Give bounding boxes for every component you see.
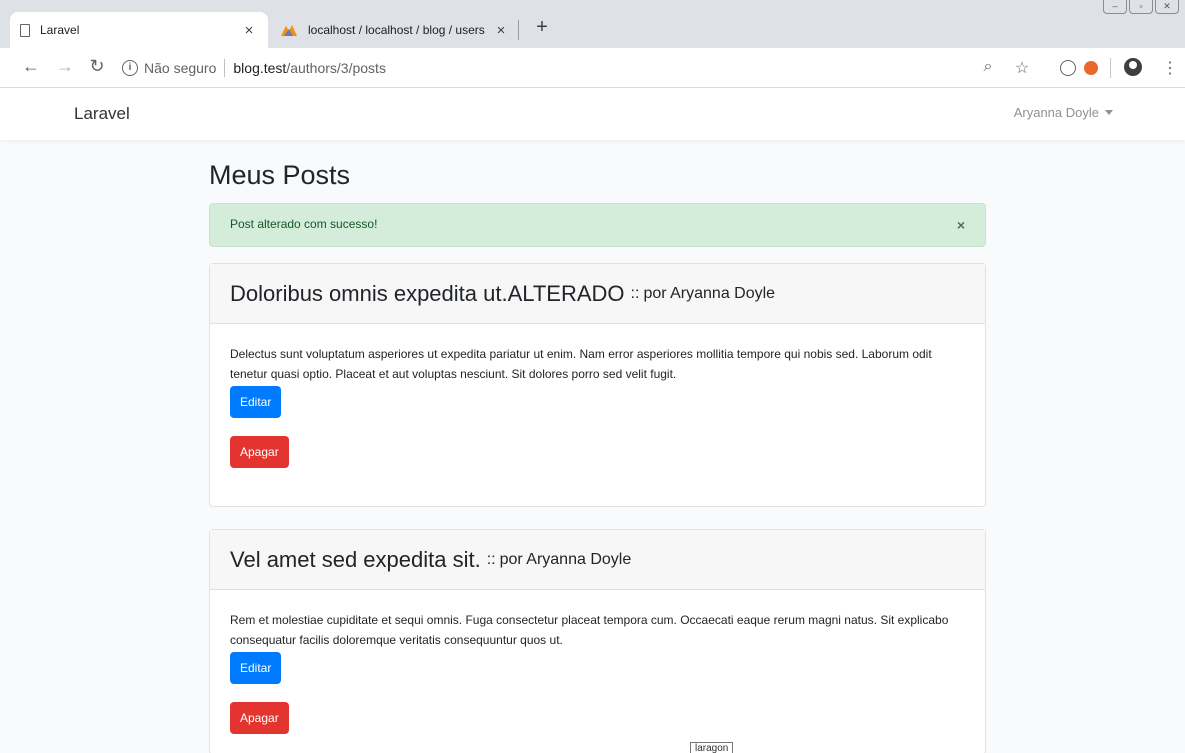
delete-post-button[interactable]: Apagar <box>230 702 289 734</box>
success-alert: Post alterado com sucesso! × <box>209 203 986 247</box>
close-tab-icon[interactable]: × <box>492 22 510 39</box>
reload-icon[interactable]: ↻ <box>86 56 108 77</box>
extension-orange-icon[interactable] <box>1084 61 1098 75</box>
address-divider <box>224 59 226 77</box>
maximize-icon[interactable]: ▫ <box>1129 0 1153 14</box>
security-label: Não seguro <box>144 60 217 76</box>
close-tab-icon[interactable]: × <box>240 22 258 39</box>
post-card-body: Rem et molestiae cupiditate et sequi omn… <box>210 590 985 753</box>
alert-message: Post alterado com sucesso! <box>230 217 378 231</box>
post-card-body: Delectus sunt voluptatum asperiores ut e… <box>210 324 985 506</box>
tooltip: laragon <box>690 742 734 753</box>
post-title: Doloribus omnis expedita ut.ALTERADO <box>230 280 625 306</box>
back-arrow-icon[interactable]: ← <box>20 56 42 77</box>
caret-down-icon <box>1105 110 1113 115</box>
navbar-brand[interactable]: Laravel <box>74 104 130 124</box>
post-separator: :: <box>630 284 640 302</box>
minimize-icon[interactable]: – <box>1103 0 1127 14</box>
app-navbar: Laravel Aryanna Doyle <box>0 88 1185 140</box>
url-path: /authors/3/posts <box>286 60 386 76</box>
post-card: Doloribus omnis expedita ut.ALTERADO :: … <box>209 263 986 507</box>
info-icon[interactable]: i <box>122 60 138 76</box>
post-separator: :: <box>486 550 496 568</box>
new-tab-button[interactable]: + <box>530 16 554 39</box>
post-title: Vel amet sed expedita sit. <box>230 546 481 572</box>
user-dropdown[interactable]: Aryanna Doyle <box>1014 105 1113 120</box>
close-alert-icon[interactable]: × <box>957 217 965 233</box>
browser-tabstrip: Laravel × localhost / localhost / blog /… <box>0 0 1185 48</box>
tab-title: localhost / localhost / blog / users <box>308 23 485 37</box>
page-title: Meus Posts <box>209 160 351 190</box>
tab-divider <box>518 20 519 40</box>
post-card-header: Doloribus omnis expedita ut.ALTERADO :: … <box>210 264 985 324</box>
user-name: Aryanna Doyle <box>1013 105 1099 120</box>
post-body: Rem et molestiae cupiditate et sequi omn… <box>230 613 949 647</box>
profile-icon[interactable] <box>1124 58 1142 76</box>
zoom-icon[interactable]: ⌕ <box>978 58 998 76</box>
document-icon <box>20 23 30 37</box>
edit-post-button[interactable]: Editar <box>230 386 282 418</box>
extension-icon[interactable] <box>1060 60 1076 76</box>
tab-phpmyadmin[interactable]: localhost / localhost / blog / users × <box>270 12 520 48</box>
close-window-icon[interactable]: ✕ <box>1155 0 1179 14</box>
post-card: Vel amet sed expedita sit. :: por Aryann… <box>209 529 986 753</box>
address-bar[interactable]: i Não seguro blog.test/authors/3/posts <box>122 54 974 82</box>
delete-post-button[interactable]: Apagar <box>230 436 289 468</box>
url-host: blog.test <box>233 60 287 76</box>
post-author: por Aryanna Doyle <box>643 284 776 302</box>
tab-title: Laravel <box>40 23 80 37</box>
tab-laravel[interactable]: Laravel × <box>10 12 268 48</box>
main-content: Meus Posts Post alterado com sucesso! × … <box>209 160 986 753</box>
post-body: Delectus sunt voluptatum asperiores ut e… <box>230 347 932 381</box>
post-author: por Aryanna Doyle <box>499 550 632 568</box>
browser-toolbar: ← → ↻ i Não seguro blog.test/authors/3/p… <box>0 48 1185 88</box>
bookmark-star-icon[interactable]: ☆ <box>1012 58 1032 78</box>
menu-dots-icon[interactable]: ⋮ <box>1160 58 1180 78</box>
toolbar-divider <box>1110 58 1111 78</box>
window-controls: – ▫ ✕ <box>1103 0 1179 14</box>
edit-post-button[interactable]: Editar <box>230 652 282 684</box>
post-card-header: Vel amet sed expedita sit. :: por Aryann… <box>210 530 985 590</box>
forward-arrow-icon[interactable]: → <box>54 56 76 77</box>
phpmyadmin-icon <box>281 25 297 36</box>
